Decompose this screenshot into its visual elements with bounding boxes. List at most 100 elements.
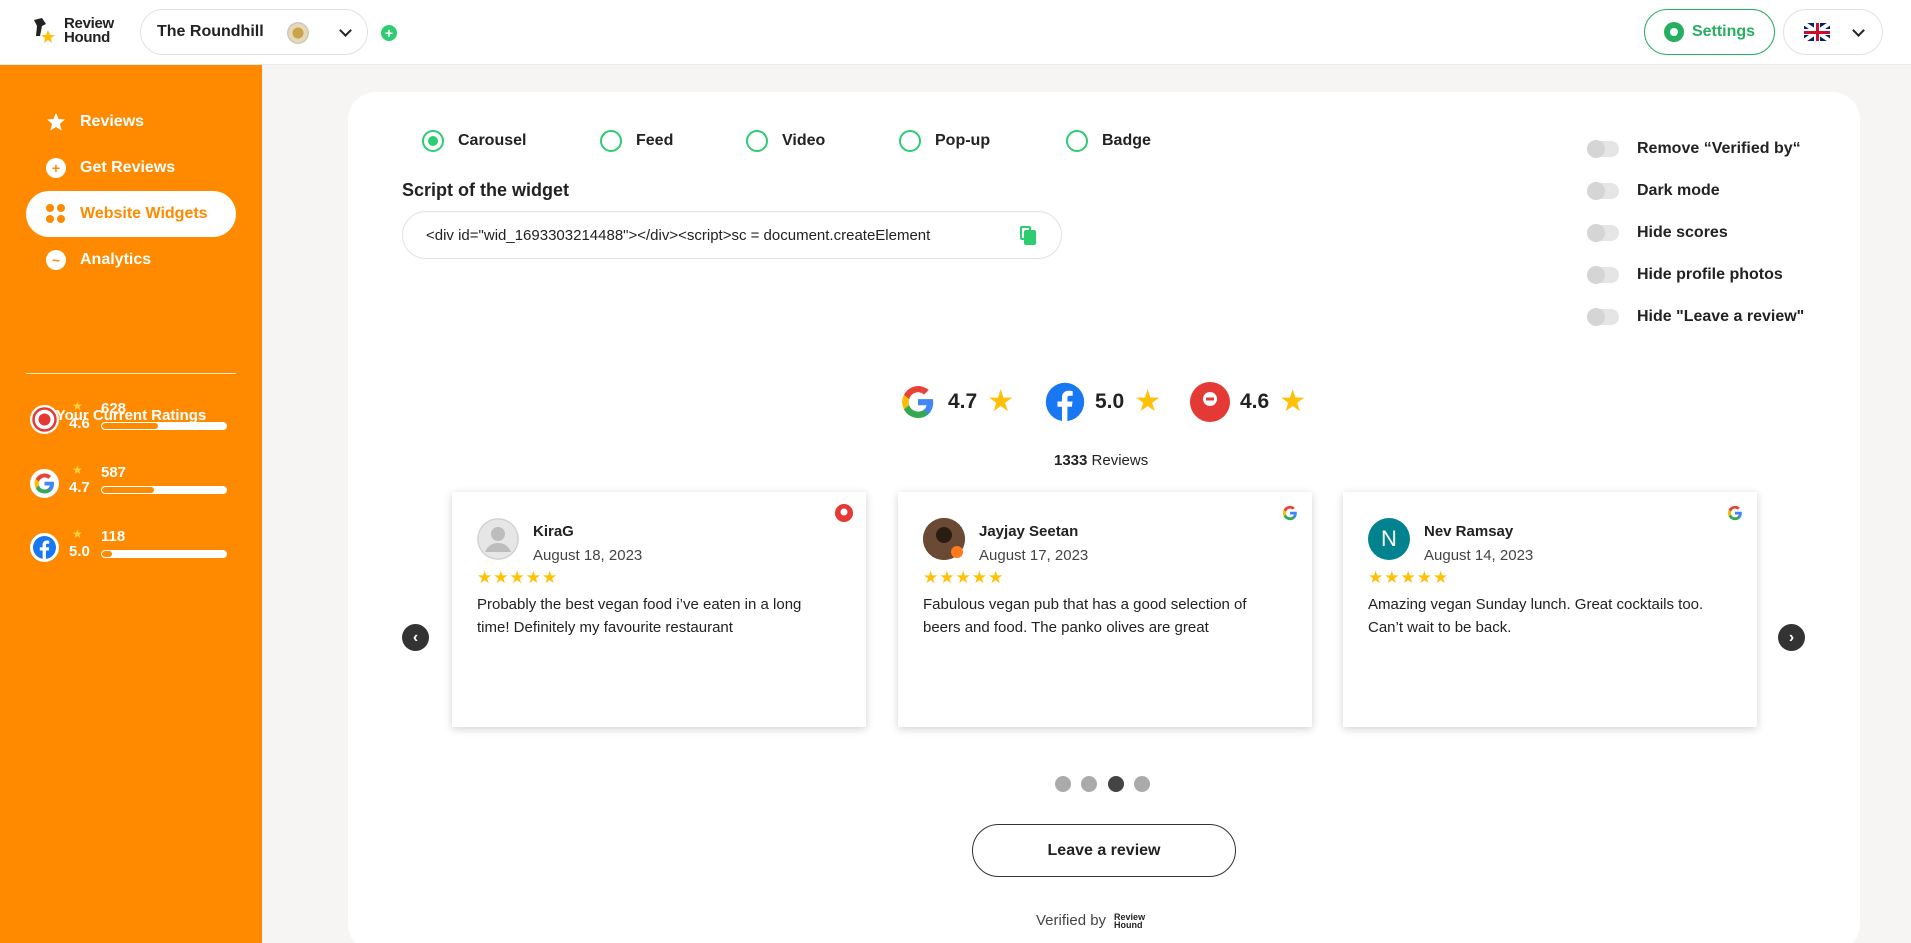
toggle-label: Dark mode [1637,182,1720,199]
script-field[interactable] [402,211,1062,259]
total-reviews: 1333 Reviews [1054,452,1149,469]
leave-review-button[interactable]: Leave a review [972,824,1236,877]
verified-by: Verified by Review Hound [1036,912,1145,929]
sidebar: Reviews + Get Reviews Website Widgets ~ … [0,65,262,943]
widget-type-video[interactable]: Video [746,130,825,152]
summary-openrice: 4.6 ★ [1190,382,1306,422]
verified-label: Verified by [1036,912,1107,929]
sidebar-item-label: Analytics [80,251,152,268]
facebook-logo-icon [1045,382,1085,422]
star-icon: ★ [72,399,83,413]
carousel-page-dot[interactable] [1081,776,1097,792]
toggle-label: Hide "Leave a review" [1637,308,1805,325]
carousel-next-button[interactable]: › [1778,624,1805,651]
star-icon: ★ [1279,385,1307,418]
sidebar-item-get-reviews[interactable]: + Get Reviews [26,145,236,191]
rating-bar [101,550,227,558]
review-hound-logo[interactable]: Review Hound [30,16,114,46]
google-logo-icon [898,382,938,422]
venue-select[interactable]: The Roundhill [140,9,368,55]
toggle-switch[interactable] [1587,140,1619,158]
star-icon [46,112,66,132]
star-icon: ★ [1134,385,1162,418]
reviewer-name: KiraG [533,523,574,540]
review-card[interactable]: KiraG August 18, 2023 ★★★★★ Probably the… [452,492,866,727]
review-text: Fabulous vegan pub that has a good selec… [923,596,1247,636]
language-select[interactable] [1783,9,1883,55]
toggle-label: Hide scores [1637,224,1728,241]
toggle-switch[interactable] [1587,266,1619,284]
radio-checked-icon [422,130,444,152]
widget-type-carousel[interactable]: Carousel [422,130,526,152]
sidebar-item-label: Website Widgets [80,205,208,222]
star-icon: ★ [72,463,83,477]
summary-google: 4.7 ★ [898,382,1014,422]
google-source-icon [1726,504,1744,522]
chart-icon: ~ [46,250,66,270]
sidebar-item-reviews[interactable]: Reviews [26,99,236,145]
script-label: Script of the widget [402,180,570,200]
carousel-prev-button[interactable]: ‹ [402,624,429,651]
radio-label: Feed [636,132,674,149]
review-card[interactable]: Jayjay Seetan August 17, 2023 ★★★★★ Fabu… [898,492,1312,727]
toggle-hide-leave-review[interactable]: Hide "Leave a review" [1587,308,1804,326]
review-card[interactable]: N Nev Ramsay August 14, 2023 ★★★★★ Amazi… [1343,492,1757,727]
carousel-page-dot-active[interactable] [1108,776,1124,792]
toggle-hide-profile-photos[interactable]: Hide profile photos [1587,266,1783,284]
add-venue-button[interactable]: + [381,25,397,41]
avatar: N [1368,518,1410,560]
review-text: Probably the best vegan food i’ve eaten … [477,596,802,636]
hound-logo-icon [30,16,58,46]
rating-row-openrice: ★ 4.6 628 [30,399,240,439]
toggle-hide-scores[interactable]: Hide scores [1587,224,1728,242]
rating-score: 5.0 [69,543,90,560]
sidebar-item-website-widgets[interactable]: Website Widgets [26,191,236,237]
radio-icon [899,130,921,152]
google-logo-icon [30,469,59,498]
carousel-page-dot[interactable] [1055,776,1071,792]
rating-count: 587 [101,464,127,481]
star-icon: ★ [987,385,1015,418]
widget-type-popup[interactable]: Pop-up [899,130,990,152]
sidebar-item-analytics[interactable]: ~ Analytics [26,237,236,283]
carousel-page-dot[interactable] [1134,776,1150,792]
google-source-icon [1281,504,1299,522]
platform-score: 5.0 [1095,390,1125,413]
uk-flag-icon [1804,23,1830,41]
grid-icon [46,204,66,224]
review-date: August 17, 2023 [979,547,1089,564]
toggle-label: Remove “Verified by“ [1637,140,1801,157]
radio-icon [600,130,622,152]
star-icon: ★ [72,527,83,541]
toggle-label: Hide profile photos [1637,266,1783,283]
logo-text: Review Hound [64,15,114,46]
rating-bar [101,486,227,494]
toggle-switch[interactable] [1587,224,1619,242]
widget-type-feed[interactable]: Feed [600,130,673,152]
top-bar: Review Hound The Roundhill + Settings [0,0,1911,65]
toggle-dark-mode[interactable]: Dark mode [1587,182,1720,200]
sidebar-item-label: Get Reviews [80,159,176,176]
openrice-logo-icon [1190,382,1230,422]
facebook-logo-icon [30,533,59,562]
sidebar-divider [26,373,236,374]
rating-count: 118 [101,528,126,545]
rating-score: 4.7 [69,479,90,496]
review-stars: ★★★★★ [1368,568,1450,587]
radio-label: Carousel [458,132,527,149]
radio-label: Video [782,132,826,149]
settings-button[interactable]: Settings [1644,9,1775,55]
review-text: Amazing vegan Sunday lunch. Great cockta… [1368,596,1704,636]
avatar [477,518,519,560]
radio-label: Pop-up [935,132,991,149]
toggle-switch[interactable] [1587,308,1619,326]
toggle-remove-verified[interactable]: Remove “Verified by“ [1587,140,1801,158]
copy-icon[interactable] [1020,226,1036,246]
widget-type-badge[interactable]: Badge [1066,130,1151,152]
toggle-switch[interactable] [1587,182,1619,200]
avatar [923,518,965,560]
script-input[interactable] [426,226,1016,244]
gear-icon [1663,22,1684,42]
rating-bar [101,422,227,430]
review-date: August 18, 2023 [533,547,643,564]
